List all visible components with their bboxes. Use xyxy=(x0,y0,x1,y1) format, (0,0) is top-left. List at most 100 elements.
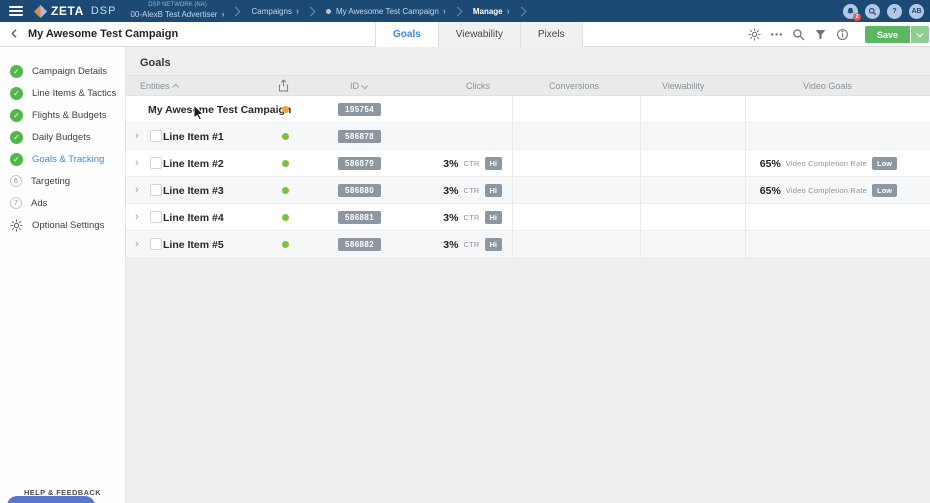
table-body: My Awesome Test Campaign 195754 › Line I… xyxy=(126,96,930,258)
notification-pill[interactable] xyxy=(7,496,95,503)
video-goal-priority-badge: Low xyxy=(872,184,897,197)
tab-bar: Goals Viewability Pixels xyxy=(375,22,583,47)
status-dot-icon xyxy=(282,187,289,194)
filter-button[interactable] xyxy=(813,27,828,42)
entity-name[interactable]: Line Item #3 xyxy=(163,185,224,197)
campaign-steps-sidebar: ✓ Campaign Details ✓ Line Items & Tactic… xyxy=(0,47,126,503)
row-checkbox[interactable] xyxy=(150,130,162,142)
gear-icon xyxy=(748,28,761,41)
row-checkbox[interactable] xyxy=(150,157,162,169)
back-button[interactable] xyxy=(8,27,23,42)
column-viewability[interactable]: Viewability xyxy=(662,81,704,91)
zeta-dsp-logo[interactable]: ZETA DSP xyxy=(30,4,124,18)
video-goal-priority-badge: Low xyxy=(872,157,897,170)
breadcrumb-separator-icon xyxy=(306,6,316,16)
clicks-goal-priority-badge: Hi xyxy=(485,184,503,197)
check-circle-icon: ✓ xyxy=(10,87,23,100)
table-header: Entities ID Clicks Conversions Viewabili… xyxy=(126,75,930,96)
breadcrumb-campaigns[interactable]: Campaigns› xyxy=(245,6,304,16)
zeta-diamond-icon xyxy=(34,5,47,18)
notification-count-badge: 2 xyxy=(853,13,861,21)
filter-funnel-icon xyxy=(814,28,827,41)
expand-chevron-icon[interactable]: › xyxy=(135,211,147,223)
sidebar-item-line-items-tactics[interactable]: ✓ Line Items & Tactics xyxy=(0,82,125,104)
breadcrumb-separator-icon xyxy=(452,6,462,16)
table-row[interactable]: › Line Item #4 586881 3% CTR Hi xyxy=(126,204,930,231)
table-row[interactable]: My Awesome Test Campaign 195754 xyxy=(126,96,930,123)
entity-name[interactable]: Line Item #4 xyxy=(163,212,224,224)
video-goal-metric: Video Completion Rate xyxy=(786,186,867,195)
clicks-goal: 3% CTR Hi xyxy=(443,177,502,204)
tab-pixels[interactable]: Pixels xyxy=(520,22,583,47)
expand-chevron-icon[interactable]: › xyxy=(135,184,147,196)
avatar[interactable]: AB xyxy=(909,4,924,19)
settings-gear-button[interactable] xyxy=(747,27,762,42)
export-button[interactable] xyxy=(278,79,289,92)
ellipsis-icon xyxy=(770,28,783,41)
clicks-goal: 3% CTR Hi xyxy=(443,204,502,231)
breadcrumb-campaign[interactable]: My Awesome Test Campaign› xyxy=(320,6,452,16)
campaign-status-dot-icon xyxy=(326,9,331,14)
column-id[interactable]: ID xyxy=(350,81,368,91)
row-checkbox[interactable] xyxy=(150,184,162,196)
hamburger-menu-button[interactable] xyxy=(0,0,30,22)
row-checkbox[interactable] xyxy=(150,211,162,223)
breadcrumb-advertiser[interactable]: DSP NETWORK (NA) 00-AlexB Test Advertise… xyxy=(124,2,230,19)
row-checkbox[interactable] xyxy=(150,238,162,250)
clicks-goal-metric: CTR xyxy=(463,240,479,249)
table-row[interactable]: › Line Item #3 586880 3% CTR Hi 65% Vide… xyxy=(126,177,930,204)
column-entities[interactable]: Entities xyxy=(140,81,179,91)
notifications-button[interactable]: 2 xyxy=(843,4,858,19)
expand-chevron-icon[interactable]: › xyxy=(135,157,147,169)
info-button[interactable] xyxy=(835,27,850,42)
table-row[interactable]: › Line Item #1 586878 xyxy=(126,123,930,150)
entity-id-badge: 586882 xyxy=(338,238,381,251)
brand-suffix: DSP xyxy=(91,5,117,17)
save-dropdown-button[interactable] xyxy=(911,26,929,43)
search-button[interactable] xyxy=(791,27,806,42)
status-dot-icon xyxy=(282,241,289,248)
sidebar-item-targeting[interactable]: 6 Targeting xyxy=(0,170,125,192)
search-icon xyxy=(868,7,877,16)
entity-name[interactable]: Line Item #5 xyxy=(163,239,224,251)
search-icon xyxy=(792,28,805,41)
entity-name[interactable]: Line Item #1 xyxy=(163,131,224,143)
step-number-icon: 6 xyxy=(10,175,22,187)
tab-goals[interactable]: Goals xyxy=(375,22,438,47)
topbar: ZETA DSP DSP NETWORK (NA) 00-AlexB Test … xyxy=(0,0,930,22)
entity-name[interactable]: My Awesome Test Campaign xyxy=(148,104,291,116)
save-button[interactable]: Save xyxy=(865,26,910,43)
tab-viewability[interactable]: Viewability xyxy=(438,22,520,47)
status-dot-icon xyxy=(282,214,289,221)
table-row[interactable]: › Line Item #2 586879 3% CTR Hi 65% Vide… xyxy=(126,150,930,177)
breadcrumb-manage[interactable]: Manage› xyxy=(467,6,516,16)
video-goal-value: 65% xyxy=(760,158,781,170)
column-clicks[interactable]: Clicks xyxy=(466,81,490,91)
expand-chevron-icon[interactable]: › xyxy=(135,238,147,250)
help-button[interactable]: ? xyxy=(887,4,902,19)
step-number-icon: 7 xyxy=(10,197,22,209)
column-conversions[interactable]: Conversions xyxy=(549,81,599,91)
entity-id-badge: 586881 xyxy=(338,211,381,224)
sidebar-item-optional-settings[interactable]: Optional Settings xyxy=(0,214,125,236)
status-dot-icon xyxy=(282,160,289,167)
sidebar-item-daily-budgets[interactable]: ✓ Daily Budgets xyxy=(0,126,125,148)
sidebar-item-campaign-details[interactable]: ✓ Campaign Details xyxy=(0,60,125,82)
video-goal: 65% Video Completion Rate Low xyxy=(760,150,897,177)
chevron-down-icon xyxy=(916,30,923,37)
global-search-button[interactable] xyxy=(865,4,880,19)
video-goal: 65% Video Completion Rate Low xyxy=(760,177,897,204)
entity-name[interactable]: Line Item #2 xyxy=(163,158,224,170)
column-divider xyxy=(512,96,513,258)
more-options-button[interactable] xyxy=(769,27,784,42)
sidebar-item-ads[interactable]: 7 Ads xyxy=(0,192,125,214)
clicks-goal-metric: CTR xyxy=(463,213,479,222)
column-video-goals[interactable]: Video Goals xyxy=(803,81,852,91)
expand-chevron-icon[interactable]: › xyxy=(135,130,147,142)
chevron-right-icon: › xyxy=(296,6,299,16)
column-divider xyxy=(640,96,641,258)
sidebar-item-flights-budgets[interactable]: ✓ Flights & Budgets xyxy=(0,104,125,126)
sidebar-item-goals-tracking[interactable]: ✓ Goals & Tracking xyxy=(0,148,125,170)
clicks-goal-priority-badge: Hi xyxy=(485,211,503,224)
table-row[interactable]: › Line Item #5 586882 3% CTR Hi xyxy=(126,231,930,258)
